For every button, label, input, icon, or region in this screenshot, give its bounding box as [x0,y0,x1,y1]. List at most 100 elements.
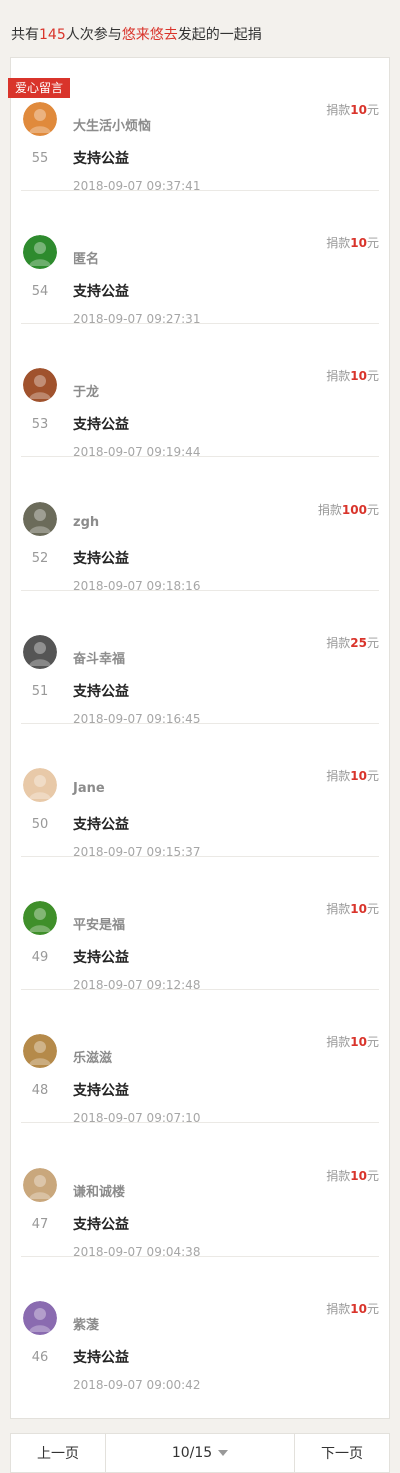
donor-name: 谦和诚楼 [73,1184,126,1200]
donor-name: 乐滋滋 [73,1051,113,1067]
participant-summary: 共有145人次参与悠来悠去发起的一起捐 [11,24,262,46]
donor-rank: 46 [31,1349,49,1365]
amount-suffix: 元 [366,1168,379,1183]
donor-rank: 52 [31,550,49,566]
donor-entry: 53 于龙 支持公益 2018-09-07 09:19:44 捐款10元 [11,324,389,459]
amount-prefix: 捐款 [326,103,351,117]
participant-count: 145 [39,27,66,43]
amount-value: 10 [350,1168,367,1183]
donor-message: 支持公益 [73,950,129,967]
donation-amount: 捐款10元 [326,900,379,917]
donation-amount: 捐款10元 [326,1033,379,1050]
donation-list-card: 55 大生活小烦恼 支持公益 2018-09-07 09:37:41 捐款10元 54 匿名… [8,57,390,1419]
donor-rank: 54 [31,284,49,300]
amount-prefix: 捐款 [326,1035,351,1050]
donor-rank: 50 [31,817,49,832]
green-plant-avatar-icon[interactable] [23,901,57,936]
donor-rank: 48 [31,1083,49,1099]
amount-value: 10 [350,369,367,384]
amount-value: 10 [350,103,367,117]
portrait-avatar-icon[interactable] [23,768,57,802]
page-indicator: 10/15 [171,1445,213,1461]
donor-rank: 51 [31,683,49,699]
donor-entry: 47 谦和诚楼 支持公益 2018-09-07 09:04:38 捐款10元 [11,1124,389,1259]
donor-entry: 50 Jane 支持公益 2018-09-07 09:15:37 捐款10元 [11,724,389,859]
amount-suffix: 元 [366,369,379,384]
donor-rank: 53 [31,417,49,433]
donor-name: zgh [73,514,100,530]
amount-suffix: 元 [366,502,379,517]
amount-suffix: 元 [366,635,379,650]
cartoon-character-avatar-icon[interactable] [23,102,57,136]
donor-name: 匿名 [73,252,100,268]
donor-entry: 46 紫蓤支持公益 2018-09-07 09:00:42 捐款10元 [11,1257,389,1392]
donor-name: 平安是福 [73,918,126,934]
donation-amount: 捐款10元 [326,101,379,118]
amount-prefix: 捐款 [326,236,351,251]
purple-flower-avatar-icon[interactable] [23,1300,57,1335]
initiator-name[interactable]: 悠来悠去 [122,27,178,43]
amount-value: 25 [350,635,367,650]
donor-entry: 51 奋斗幸福 支持公益 2018-09-07 09:16:45 捐款25元 [11,591,389,726]
donor-message: 支持公益 [73,1349,129,1366]
next-page-button[interactable]: 下一页 [295,1434,389,1472]
donation-time: 2018-09-07 09:00:42 [73,1377,201,1392]
donor-entry: 52 zgh 支持公益 2018-09-07 09:18:16 捐款100元 [11,458,389,593]
amount-suffix: 元 [366,902,379,917]
amount-prefix: 捐款 [326,769,351,783]
landscape-avatar-icon[interactable] [23,1034,57,1069]
donor-name: 紫蓤 [73,1317,100,1333]
penguin-avatar-icon[interactable] [23,235,57,270]
summary-suffix: 发起的一起捐 [177,27,262,43]
donor-message: 支持公益 [73,550,129,567]
donor-message: 支持公益 [73,417,129,434]
donor-name: Jane [73,781,105,796]
amount-suffix: 元 [366,1035,379,1050]
donation-amount: 捐款10元 [326,234,379,251]
donor-rank: 49 [31,950,49,966]
amount-prefix: 捐款 [326,1168,351,1183]
donor-name: 奋斗幸福 [73,651,126,667]
amount-suffix: 元 [366,769,379,783]
donor-rank: 55 [31,151,49,166]
amount-suffix: 元 [366,236,379,251]
photo-avatar-icon[interactable] [23,501,57,536]
sunset-avatar-icon[interactable] [23,368,57,403]
amount-value: 10 [350,902,367,917]
love-message-tag: 爱心留言 [8,78,71,98]
amount-prefix: 捐款 [326,369,351,384]
donation-amount: 捐款25元 [326,634,379,651]
amount-value: 10 [350,236,367,251]
summary-prefix: 共有 [11,27,39,43]
donation-amount: 捐款100元 [318,501,379,518]
amount-suffix: 元 [366,103,379,117]
amount-value: 10 [350,769,367,783]
amount-prefix: 捐款 [326,902,351,917]
donor-entry: 49 平安是福 支持公益 2018-09-07 09:12:48 捐款10元 [11,857,389,992]
amount-value: 100 [341,502,367,517]
grayscale-photo-avatar-icon[interactable] [23,634,57,669]
donation-amount: 捐款10元 [326,767,379,784]
donation-amount: 捐款10元 [326,1300,379,1317]
donor-message: 支持公益 [73,151,129,167]
donor-message: 支持公益 [73,284,129,301]
donation-amount: 捐款10元 [326,1167,379,1184]
page-select[interactable]: 10/15 [106,1434,295,1472]
amount-prefix: 捐款 [326,635,351,650]
donor-message: 支持公益 [73,817,129,833]
summary-middle: 人次参与 [65,27,122,43]
amount-value: 10 [350,1035,367,1050]
interior-photo-avatar-icon[interactable] [23,1167,57,1202]
donor-rank: 47 [31,1216,49,1232]
donor-message: 支持公益 [73,1083,129,1100]
amount-prefix: 捐款 [317,502,342,517]
donor-entry: 54 匿名 支持公益 2018-09-07 09:27:31 捐款10元 [11,191,389,326]
donor-name: 大生活小烦恼 [73,119,152,134]
chevron-down-icon [218,1450,229,1456]
donation-amount: 捐款10元 [326,367,379,384]
pagination-bar: 上一页 10/15 下一页 [10,1433,390,1473]
donor-message: 支持公益 [73,683,129,700]
donor-name: 于龙 [73,385,100,401]
amount-prefix: 捐款 [326,1301,351,1316]
prev-page-button[interactable]: 上一页 [11,1434,106,1472]
